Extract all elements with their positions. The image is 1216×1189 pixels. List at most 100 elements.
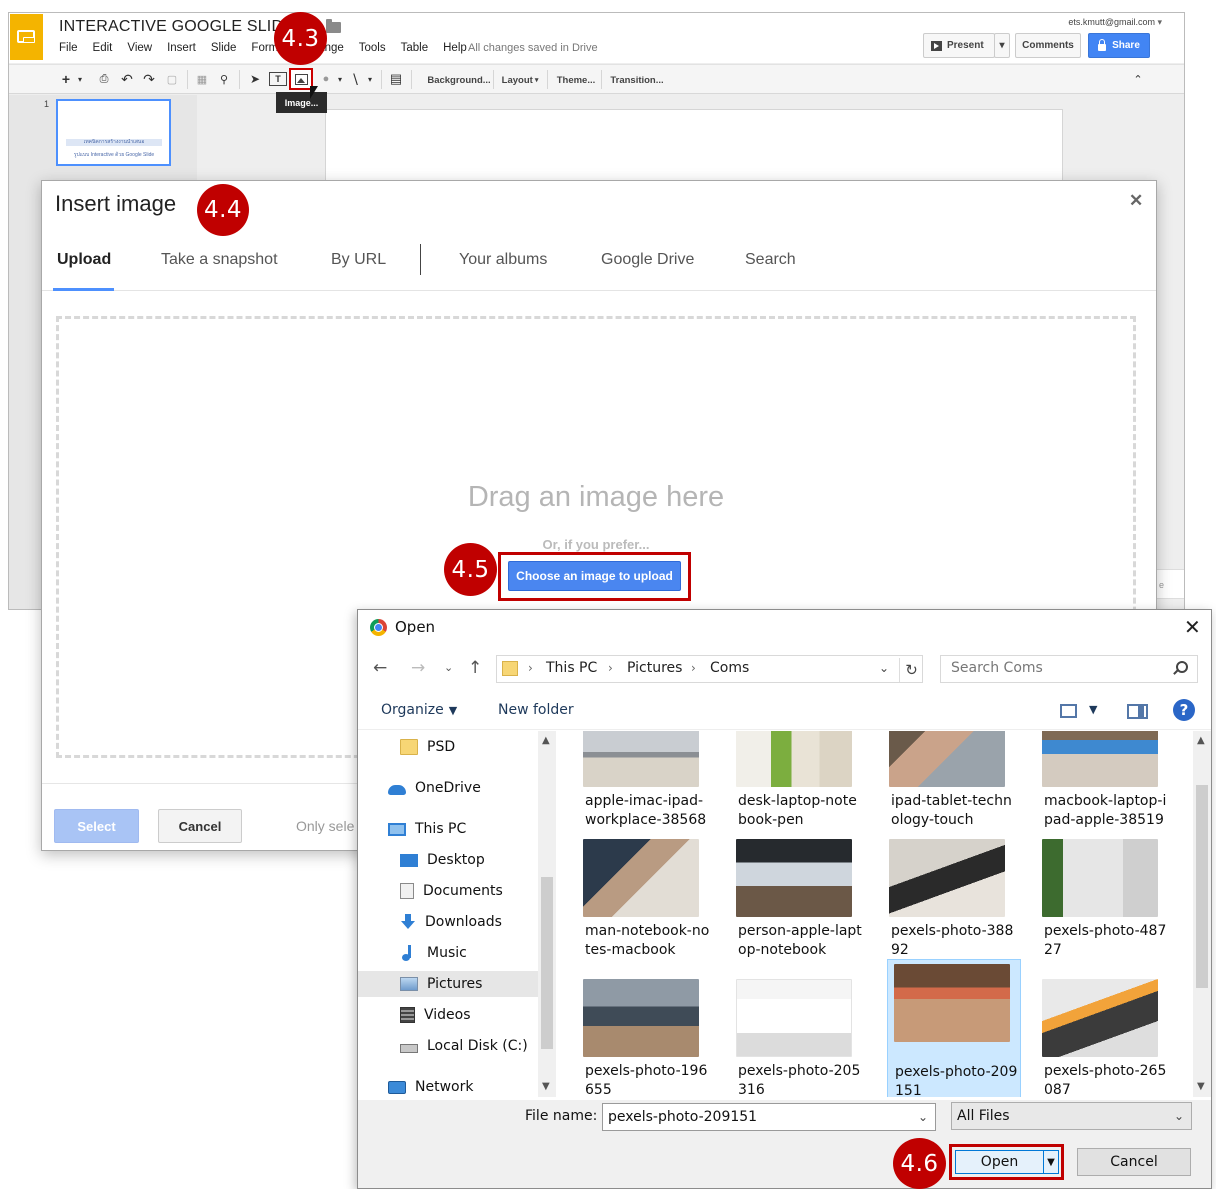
cancel-button[interactable]: Cancel (1077, 1148, 1191, 1176)
menu-view[interactable]: View (127, 42, 152, 54)
address-bar[interactable]: › This PC › Pictures › Coms ⌄ ↻ (496, 655, 923, 683)
breadcrumb-this-pc[interactable]: This PC (546, 660, 597, 676)
open-options-button[interactable]: ▼ (1044, 1150, 1059, 1174)
comment-icon[interactable]: ▤ (388, 70, 404, 88)
background-button[interactable]: Background... (419, 71, 499, 89)
help-icon[interactable]: ? (1173, 699, 1195, 721)
transition-button[interactable]: Transition... (607, 71, 667, 89)
comments-button[interactable]: Comments (1015, 33, 1081, 58)
new-folder-button[interactable]: New folder (498, 702, 574, 718)
tab-search[interactable]: Search (745, 251, 796, 269)
search-input[interactable]: Search Coms (940, 655, 1198, 683)
new-slide-icon[interactable]: + (59, 70, 73, 88)
menu-table[interactable]: Table (401, 42, 429, 54)
file-item[interactable]: ipad-tablet-technology-touch (869, 731, 1012, 842)
zoom-fit-icon[interactable]: ▦ (195, 70, 209, 88)
file-item[interactable]: macbook-laptop-ipad-apple-38519 (1022, 731, 1166, 842)
nav-item-videos[interactable]: Videos (400, 1002, 538, 1028)
menu-tools[interactable]: Tools (359, 42, 386, 54)
tab-upload[interactable]: Upload (57, 251, 111, 269)
file-type-select[interactable]: All Files ⌄ (951, 1102, 1192, 1130)
scrollbar-thumb[interactable] (541, 877, 553, 1049)
scroll-up-icon[interactable]: ▲ (542, 735, 550, 746)
print-icon[interactable]: ⎙ (97, 70, 111, 88)
share-button[interactable]: Share (1088, 33, 1150, 58)
open-button[interactable]: Open (955, 1150, 1044, 1174)
file-item-selected[interactable]: pexels-photo-209151 (887, 959, 1021, 1097)
nav-item-psd[interactable]: PSD (400, 734, 530, 760)
breadcrumb-coms[interactable]: Coms (710, 660, 749, 676)
file-item[interactable]: pexels-photo-265087 (1022, 975, 1166, 1097)
chevron-down-icon[interactable]: ⌄ (879, 661, 889, 675)
file-item[interactable]: pexels-photo-38892 (869, 835, 1013, 972)
line-caret-icon[interactable]: ▾ (366, 70, 374, 88)
nav-item-local-disk[interactable]: Local Disk (C:) (400, 1033, 538, 1059)
organize-button[interactable]: Organize ▼ (381, 702, 457, 718)
close-icon[interactable]: ✕ (1129, 191, 1143, 211)
file-item[interactable]: pexels-photo-196655 (563, 975, 707, 1097)
tab-your-albums[interactable]: Your albums (459, 251, 547, 269)
file-item[interactable]: man-notebook-notes-macbook (563, 835, 709, 972)
tab-by-url[interactable]: By URL (331, 251, 386, 269)
file-item[interactable]: apple-imac-ipad-workplace-38568 (563, 731, 706, 842)
file-item[interactable]: pexels-photo-48727 (1022, 835, 1166, 972)
preview-pane-icon[interactable] (1127, 704, 1148, 719)
nav-item-music[interactable]: Music (400, 940, 538, 966)
refresh-icon[interactable]: ↻ (899, 658, 923, 682)
up-arrow-icon[interactable]: ↑ (468, 658, 482, 678)
nav-item-downloads[interactable]: Downloads (400, 909, 538, 935)
nav-item-onedrive[interactable]: OneDrive (388, 775, 538, 801)
view-options-icon[interactable] (1060, 704, 1077, 718)
undo-icon[interactable]: ↶ (119, 70, 135, 88)
file-grid-scrollbar[interactable]: ▲ ▼ (1193, 731, 1211, 1097)
file-item[interactable]: desk-laptop-notebook-pen (716, 731, 857, 842)
forward-arrow-icon[interactable]: → (411, 658, 425, 678)
menu-insert[interactable]: Insert (167, 42, 196, 54)
recent-locations-caret-icon[interactable]: ⌄ (444, 661, 453, 674)
close-icon[interactable]: ✕ (1184, 615, 1201, 639)
layout-button[interactable]: Layout ▾ (498, 71, 542, 89)
collapse-toolbar-icon[interactable]: ⌃ (1131, 70, 1145, 88)
nav-item-desktop[interactable]: Desktop (400, 847, 538, 873)
folder-icon[interactable] (326, 19, 341, 33)
shape-icon[interactable]: ● (317, 70, 335, 88)
scrollbar-thumb[interactable] (1196, 785, 1208, 988)
select-arrow-icon[interactable]: ➤ (249, 70, 261, 88)
select-button[interactable]: Select (54, 809, 139, 843)
file-item[interactable]: pexels-photo-205316 (716, 975, 860, 1097)
redo-icon[interactable]: ↷ (141, 70, 157, 88)
shape-caret-icon[interactable]: ▾ (336, 70, 344, 88)
navigation-scrollbar[interactable]: ▲ ▼ (538, 731, 556, 1097)
account-email[interactable]: ets.kmutt@gmail.com (1068, 17, 1162, 28)
nav-item-this-pc[interactable]: This PC (388, 816, 538, 842)
text-box-icon[interactable]: T (269, 72, 287, 86)
nav-item-network[interactable]: Network (388, 1074, 538, 1100)
chevron-down-icon[interactable]: ▼ (1089, 703, 1097, 716)
chevron-down-icon[interactable]: ⌄ (918, 1110, 928, 1124)
file-name-input[interactable]: pexels-photo-209151 ⌄ (602, 1103, 936, 1131)
present-button[interactable]: Present (923, 33, 995, 58)
slides-logo[interactable] (10, 14, 43, 60)
back-arrow-icon[interactable]: ← (373, 658, 387, 678)
tab-take-snapshot[interactable]: Take a snapshot (161, 251, 278, 269)
menu-file[interactable]: File (59, 42, 78, 54)
cancel-button[interactable]: Cancel (158, 809, 242, 843)
new-slide-caret-icon[interactable]: ▾ (75, 70, 85, 88)
present-options-button[interactable]: ▾ (994, 33, 1010, 58)
scroll-up-icon[interactable]: ▲ (1197, 735, 1205, 746)
file-item[interactable]: person-apple-laptop-notebook (716, 835, 862, 972)
nav-item-pictures[interactable]: Pictures (358, 971, 538, 997)
zoom-icon[interactable]: ⚲ (217, 70, 231, 88)
slide-thumbnail[interactable]: เทคนิคการสร้างงานนำเสนอ รูปแบบ Interacti… (56, 99, 171, 166)
menu-help[interactable]: Help (443, 42, 467, 54)
scroll-down-icon[interactable]: ▼ (542, 1081, 550, 1092)
document-title[interactable]: INTERACTIVE GOOGLE SLIDE (59, 18, 294, 36)
menu-slide[interactable]: Slide (211, 42, 237, 54)
nav-item-documents[interactable]: Documents (400, 878, 538, 904)
scroll-down-icon[interactable]: ▼ (1197, 1081, 1205, 1092)
breadcrumb-pictures[interactable]: Pictures (627, 660, 682, 676)
paint-format-icon[interactable]: ▢ (165, 70, 179, 88)
tab-google-drive[interactable]: Google Drive (601, 251, 694, 269)
line-icon[interactable]: ∖ (347, 70, 363, 88)
theme-button[interactable]: Theme... (552, 71, 600, 89)
